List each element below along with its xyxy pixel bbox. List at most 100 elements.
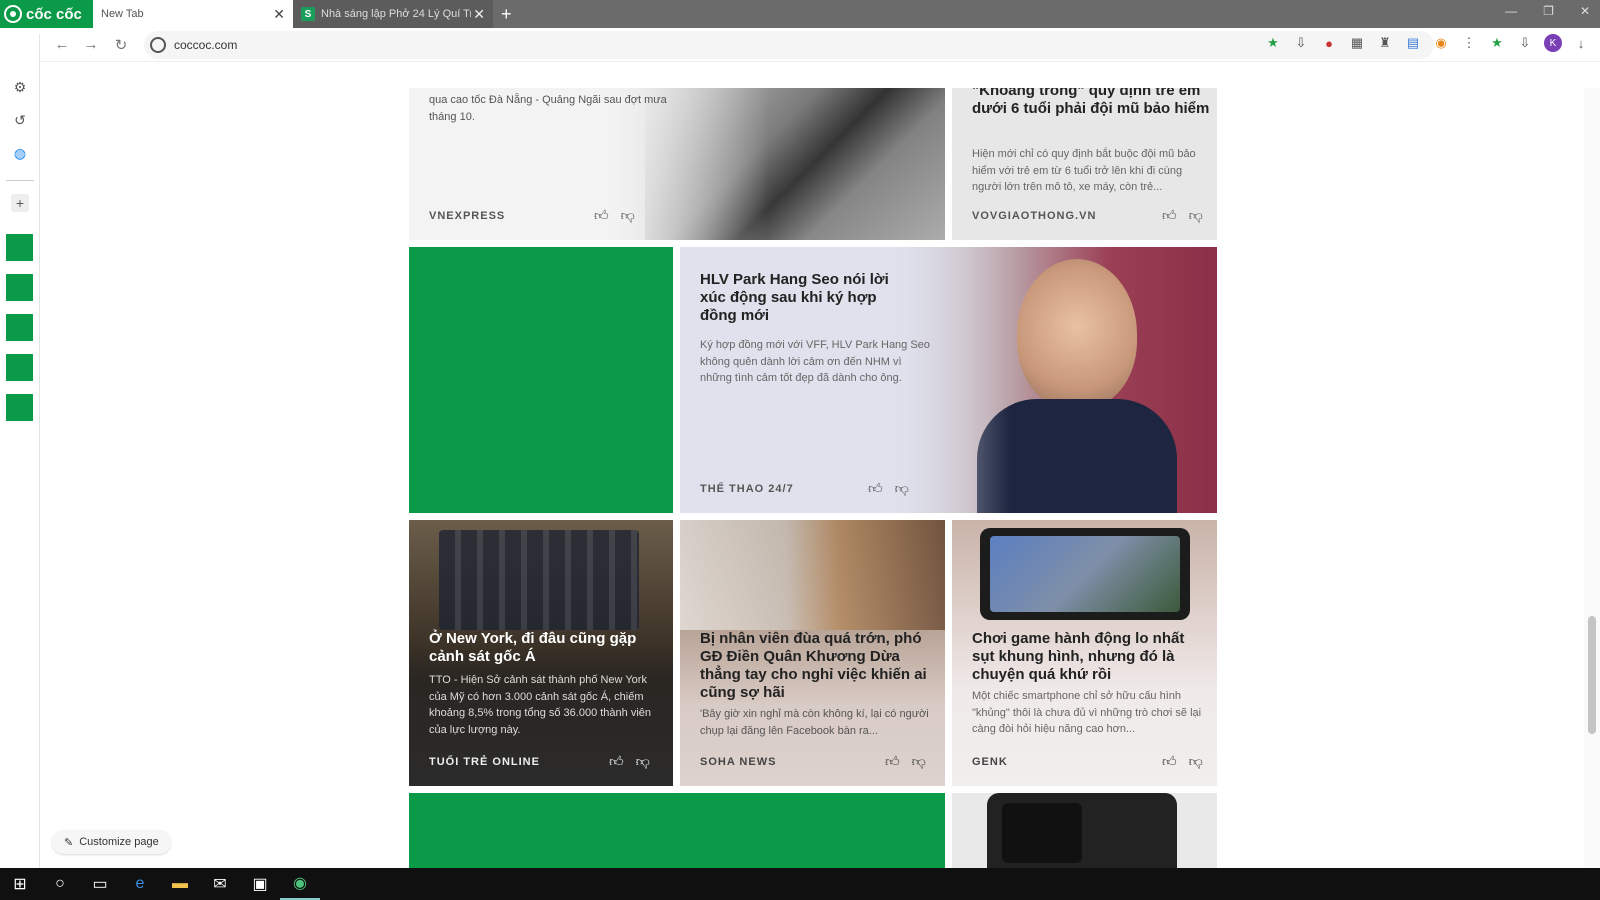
window-controls: — ❐ ✕ — [1505, 4, 1590, 18]
thumbs-down-icon[interactable]: 👎︎ — [912, 753, 926, 770]
news-title: "Khoảng trống" quy định trẻ em dưới 6 tu… — [972, 88, 1210, 117]
news-card[interactable]: "Khoảng trống" quy định trẻ em dưới 6 tu… — [952, 88, 1217, 240]
news-description: qua cao tốc Đà Nẵng - Quảng Ngãi sau đợt… — [429, 94, 667, 123]
vote-buttons: 👍︎ 👎︎ — [868, 480, 909, 497]
search-icon[interactable]: ○ — [40, 868, 80, 900]
brand-label: cốc cốc — [26, 5, 82, 23]
sidebar-app[interactable] — [6, 314, 33, 341]
task-view-icon[interactable]: ▭ — [80, 868, 120, 900]
sidebar-app[interactable] — [6, 354, 33, 381]
extension-icon[interactable]: ▦ — [1348, 34, 1366, 52]
extension-bar: ★ ⇩ ● ▦ ♜ ▤ ◉ ⋮ ★ ⇩ K ↓ — [1264, 34, 1590, 52]
news-description: TTO - Hiện Sở cảnh sát thành phố New Yor… — [429, 674, 652, 736]
history-icon[interactable]: ↺ — [11, 111, 29, 129]
mail-icon[interactable]: ✉ — [200, 868, 240, 900]
ad-placeholder[interactable] — [409, 247, 673, 513]
thumbs-up-icon[interactable]: 👍︎ — [609, 753, 624, 770]
tab-label: New Tab — [101, 8, 144, 20]
news-card[interactable]: Bị nhân viên đùa quá trớn, phó GĐ Điền Q… — [680, 520, 945, 786]
person-head — [1017, 259, 1137, 409]
thumbs-down-icon[interactable]: 👎︎ — [621, 207, 635, 224]
coccoc-menu-button[interactable]: cốc cốc — [0, 0, 93, 28]
sidebar-app[interactable] — [6, 234, 33, 261]
download-icon[interactable]: ⇩ — [1292, 34, 1310, 52]
minimize-icon[interactable]: — — [1505, 4, 1517, 18]
vote-buttons: 👍︎ 👎︎ — [594, 207, 635, 224]
new-tab-button[interactable]: + — [501, 4, 512, 25]
thumbs-down-icon[interactable]: 👎︎ — [895, 480, 909, 497]
tab-strip: cốc cốc New Tab ✕ S Nhà sáng lập Phở 24 … — [0, 0, 1600, 28]
extension-icon[interactable]: ◉ — [1432, 34, 1450, 52]
customize-page-button[interactable]: ✎ Customize page — [52, 830, 171, 854]
bookmark-star-icon[interactable]: ★ — [1488, 34, 1506, 52]
news-title: Ở New York, đi đâu cũng gặp cảnh sát gốc… — [429, 630, 637, 665]
news-source: THỂ THAO 24/7 — [700, 483, 794, 495]
thumbs-up-icon[interactable]: 👍︎ — [1162, 207, 1177, 224]
news-title: Chơi game hành động lo nhất sụt khung hì… — [972, 630, 1185, 683]
news-card[interactable]: Ở New York, đi đâu cũng gặp cảnh sát gốc… — [409, 520, 673, 786]
adblock-icon[interactable]: ● — [1320, 34, 1338, 52]
close-window-icon[interactable]: ✕ — [1580, 4, 1590, 18]
news-card[interactable] — [952, 793, 1217, 868]
windows-start-icon[interactable]: ⊞ — [0, 868, 40, 900]
reload-icon[interactable]: ↻ — [107, 31, 135, 59]
coccoc-taskbar-icon[interactable]: ◉ — [280, 868, 320, 900]
news-title: Bị nhân viên đùa quá trớn, phó GĐ Điền Q… — [700, 630, 927, 701]
thumbs-down-icon[interactable]: 👎︎ — [1189, 753, 1203, 770]
tab-new-tab[interactable]: New Tab ✕ — [93, 0, 293, 28]
thumbs-up-icon[interactable]: 👍︎ — [1162, 753, 1177, 770]
extension-icon[interactable]: ▤ — [1404, 34, 1422, 52]
news-image — [980, 528, 1190, 620]
vote-buttons: 👍︎ 👎︎ — [1162, 753, 1203, 770]
bookmark-star-icon[interactable]: ★ — [1264, 34, 1282, 52]
news-image — [439, 530, 639, 630]
news-description: 'Bây giờ xin nghỉ mà còn không kí, lại c… — [700, 708, 929, 737]
store-icon[interactable]: ▣ — [240, 868, 280, 900]
avatar[interactable]: K — [1544, 34, 1562, 52]
restore-icon[interactable]: ❐ — [1543, 4, 1554, 18]
news-source: GENK — [972, 756, 1008, 768]
windows-taskbar: ⊞ ○ ▭ e ▬ ✉ ▣ ◉ — [0, 868, 1600, 900]
thumbs-down-icon[interactable]: 👎︎ — [1189, 207, 1203, 224]
close-icon[interactable]: ✕ — [473, 6, 485, 23]
scrollbar-thumb[interactable] — [1588, 616, 1596, 734]
back-icon[interactable]: ← — [48, 31, 76, 59]
watch-screen — [1002, 803, 1082, 863]
add-icon[interactable]: + — [11, 194, 29, 212]
sidebar-divider — [6, 180, 34, 181]
download-icon[interactable]: ⇩ — [1516, 34, 1534, 52]
more-icon[interactable]: ⋮ — [1460, 34, 1478, 52]
vote-buttons: 👍︎ 👎︎ — [609, 753, 650, 770]
tab-label: Nhà sáng lập Phở 24 Lý Quí Trung — [321, 8, 471, 20]
close-icon[interactable]: ✕ — [273, 6, 285, 23]
news-card[interactable]: HLV Park Hang Seo nói lời xúc động sau k… — [680, 247, 1217, 513]
news-card[interactable]: Chơi game hành động lo nhất sụt khung hì… — [952, 520, 1217, 786]
page-scrollbar[interactable] — [1584, 88, 1600, 868]
address-bar[interactable]: coccoc.com — [144, 31, 1434, 59]
extension-icon[interactable]: ♜ — [1376, 34, 1394, 52]
ad-placeholder[interactable] — [409, 793, 945, 868]
thumbs-up-icon[interactable]: 👍︎ — [885, 753, 900, 770]
thumbs-down-icon[interactable]: 👎︎ — [636, 753, 650, 770]
browser-toolbar: ▣ ← → ↻ coccoc.com ★ ⇩ ● ▦ ♜ ▤ ◉ ⋮ ★ ⇩ K… — [0, 28, 1600, 62]
thumbs-up-icon[interactable]: 👍︎ — [868, 480, 883, 497]
file-explorer-icon[interactable]: ▬ — [160, 868, 200, 900]
settings-icon[interactable]: ⚙ — [11, 78, 29, 96]
thumbs-up-icon[interactable]: 👍︎ — [594, 207, 609, 224]
news-title: HLV Park Hang Seo nói lời xúc động sau k… — [700, 271, 889, 324]
news-description: Một chiếc smartphone chỉ sở hữu cấu hình… — [972, 690, 1202, 735]
sidebar-app[interactable] — [6, 274, 33, 301]
customize-label: Customize page — [79, 836, 159, 848]
site-favicon-icon: S — [301, 7, 315, 21]
edge-icon[interactable]: e — [120, 868, 160, 900]
sidebar-app[interactable] — [6, 394, 33, 421]
news-image — [680, 520, 945, 630]
news-description: Hiện mới chỉ có quy định bắt buộc đội mũ… — [972, 148, 1196, 193]
downloads-icon[interactable]: ↓ — [1572, 34, 1590, 52]
pencil-icon: ✎ — [64, 836, 74, 849]
tab-pho24[interactable]: S Nhà sáng lập Phở 24 Lý Quí Trung ✕ — [293, 0, 493, 28]
news-card[interactable]: qua cao tốc Đà Nẵng - Quảng Ngãi sau đợt… — [409, 88, 945, 240]
forward-icon[interactable]: → — [77, 31, 105, 59]
messenger-icon[interactable]: ◍ — [11, 144, 29, 162]
vote-buttons: 👍︎ 👎︎ — [885, 753, 926, 770]
